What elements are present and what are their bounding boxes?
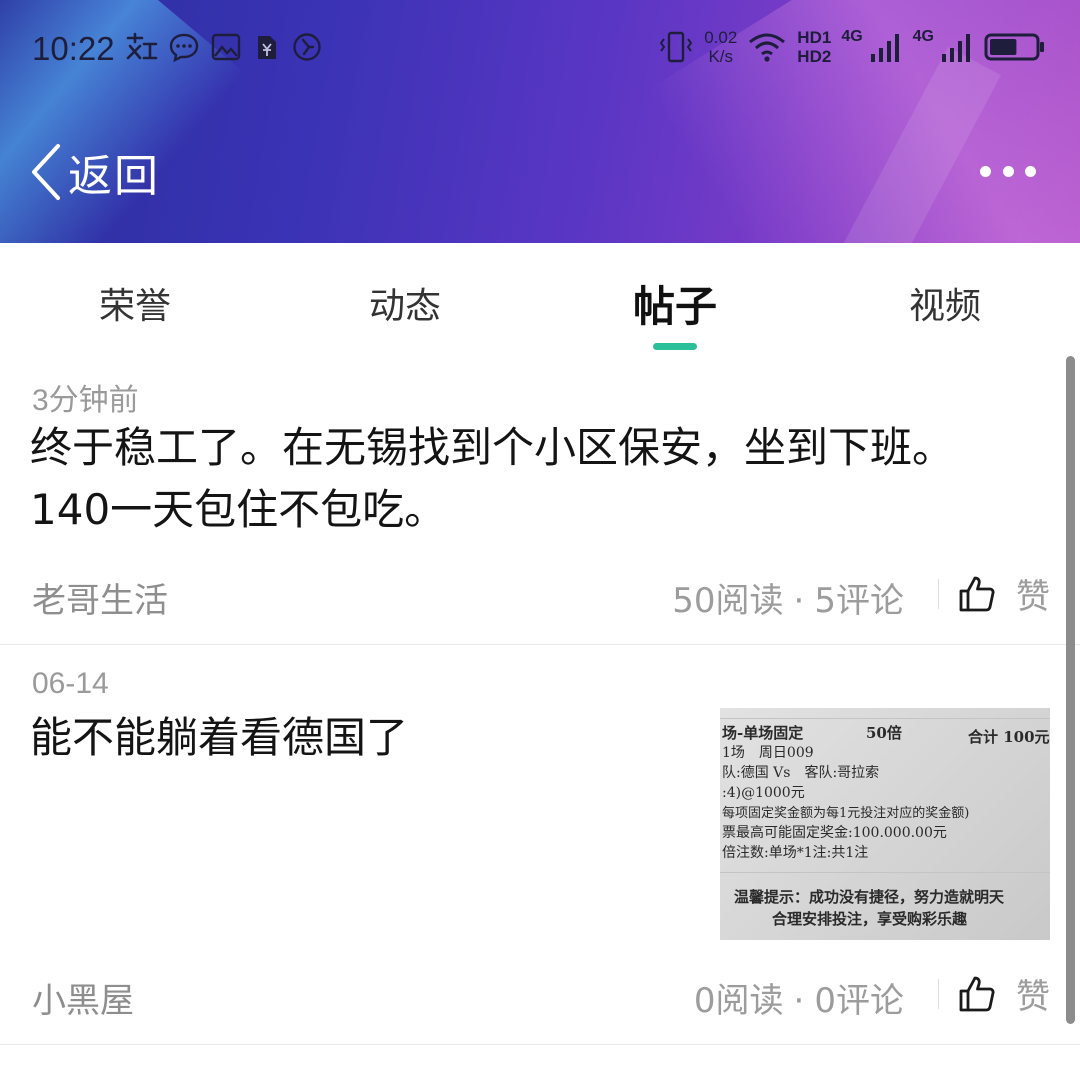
post-text[interactable]: 能不能躺着看德国了 (30, 707, 690, 769)
ticket-text: 队:德国 Vs 客队:哥拉索 (722, 765, 880, 781)
vibrate-icon (659, 31, 693, 63)
ticket-text: 合计 100元 (968, 728, 1050, 746)
chevron-left-icon (32, 144, 60, 200)
clock-app-icon (293, 33, 321, 61)
hd-indicator: HD1 HD2 (797, 28, 831, 66)
tab-activity[interactable]: 动态 (270, 243, 540, 355)
more-dots-icon (1025, 165, 1036, 177)
signal-icon (942, 34, 970, 62)
read-count: 50阅读 (672, 581, 784, 621)
back-button[interactable]: 返回 (28, 140, 160, 204)
ticket-text: 票最高可能固定奖金:100.000.00元 (722, 825, 947, 841)
ticket-text: 合理安排投注，享受购彩乐趣 (772, 910, 968, 928)
profile-tabs: 荣誉 动态 帖子 视频 (0, 243, 1080, 355)
sim-app-icon (258, 36, 276, 59)
ticket-text: :4)@1000元 (722, 785, 805, 801)
battery-icon (984, 33, 1044, 61)
tab-honors[interactable]: 荣誉 (0, 243, 270, 355)
gallery-icon (211, 33, 241, 61)
ticket-text: 温馨提示：成功没有捷径，努力造就明天 (734, 888, 1005, 906)
hd2-label: HD2 (797, 47, 832, 66)
stat-separator: · (793, 581, 805, 621)
like-button[interactable]: 赞 (958, 569, 1050, 618)
signal-icon (870, 34, 899, 62)
comment-count[interactable]: 5评论 (814, 581, 904, 621)
tab-label: 视频 (908, 286, 981, 327)
post-item[interactable]: 06-14 能不能躺着看德国了 场-单场固定 50倍 合计 100元 1场 周日… (0, 645, 1080, 1045)
ticket-text: 50倍 (866, 724, 902, 742)
post-time: 3分钟前 (32, 384, 139, 417)
notification-app-icon (126, 32, 158, 60)
status-time: 10:22 (32, 30, 115, 67)
scrollbar[interactable] (1066, 356, 1075, 1024)
stat-separator: · (793, 981, 805, 1021)
tab-posts[interactable]: 帖子 (540, 243, 810, 355)
message-icon (169, 33, 199, 62)
profile-header: 10:22 0.02 K/s HD1 HD2 4G 4G 返回 (0, 0, 1080, 243)
net-speed: 0.02 K/s (704, 28, 737, 66)
tab-label: 荣誉 (98, 286, 171, 327)
post-author[interactable]: 老哥生活 (32, 573, 168, 622)
ticket-text: 1场 周日009 (722, 745, 814, 761)
active-tab-indicator (653, 343, 697, 350)
tab-label: 帖子 (632, 282, 717, 331)
status-right-icons: 0.02 K/s HD1 HD2 4G 4G (658, 28, 1046, 66)
comment-count[interactable]: 0评论 (814, 981, 904, 1021)
thumbs-up-icon (959, 576, 995, 611)
more-options-button[interactable] (980, 156, 1036, 186)
post-item[interactable]: 3分钟前 终于稳工了。在无锡找到个小区保安，坐到下班。140一天包住不包吃。 老… (0, 355, 1080, 645)
tab-videos[interactable]: 视频 (810, 243, 1080, 355)
post-stats: 0阅读 · 0评论 (694, 973, 904, 1022)
post-stats: 50阅读 · 5评论 (672, 573, 904, 622)
ticket-rule (720, 872, 1050, 873)
post-text[interactable]: 终于稳工了。在无锡找到个小区保安，坐到下班。140一天包住不包吃。 (30, 417, 1020, 541)
thumbs-up-icon (959, 976, 995, 1011)
like-button[interactable]: 赞 (958, 969, 1050, 1018)
ticket-text: 倍注数:单场*1注:共1注 (722, 845, 869, 861)
stat-divider (938, 579, 939, 609)
more-dots-icon (1002, 165, 1014, 177)
sim1-network-label: 4G (841, 28, 863, 45)
more-dots-icon (980, 165, 991, 177)
ticket-text: 场-单场固定 (722, 724, 804, 742)
hd1-label: HD1 (797, 28, 832, 47)
stat-divider (938, 979, 939, 1009)
wifi-icon (749, 33, 786, 62)
status-left-icons (124, 32, 324, 62)
net-speed-unit: K/s (708, 47, 734, 66)
post-time: 06-14 (32, 667, 109, 700)
back-label: 返回 (68, 151, 160, 202)
ticket-rule (720, 718, 1050, 719)
post-author[interactable]: 小黑屋 (32, 973, 134, 1022)
sim2-network-label: 4G (912, 28, 934, 45)
like-label: 赞 (1016, 577, 1050, 617)
read-count: 0阅读 (693, 981, 784, 1021)
tab-label: 动态 (368, 286, 441, 327)
like-label: 赞 (1016, 977, 1050, 1017)
status-bar: 10:22 0.02 K/s HD1 HD2 4G 4G (0, 0, 1080, 100)
post-image-thumbnail[interactable]: 场-单场固定 50倍 合计 100元 1场 周日009 队:德国 Vs 客队:哥… (720, 708, 1050, 940)
net-speed-value: 0.02 (704, 28, 738, 47)
ticket-text: 每项固定奖金额为每1元投注对应的奖金额) (722, 806, 970, 821)
